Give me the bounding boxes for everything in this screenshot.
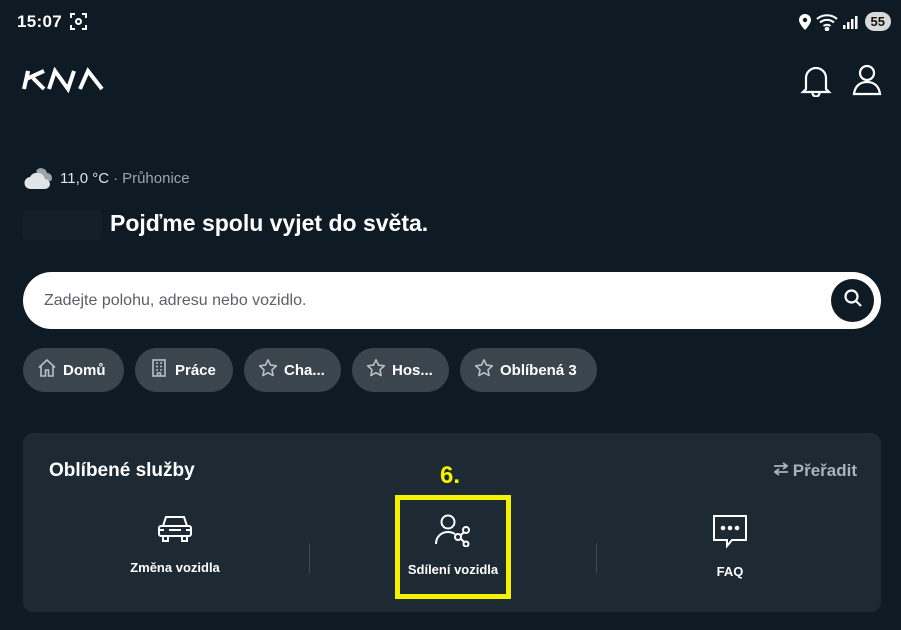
building-icon: [149, 358, 175, 382]
search-button[interactable]: [831, 279, 874, 322]
wifi-icon: [815, 13, 838, 31]
weather-location: Průhonice: [122, 169, 190, 187]
chip-favorite-1-label: Cha...: [284, 361, 325, 379]
reorder-button[interactable]: Přeřadit: [773, 461, 857, 481]
star-icon: [258, 358, 284, 382]
star-icon: [366, 358, 392, 382]
cloud-icon: [24, 165, 54, 191]
home-icon: [37, 358, 63, 382]
search-input[interactable]: [44, 272, 804, 329]
notifications-button[interactable]: [800, 63, 832, 98]
divider: [596, 543, 597, 573]
redacted-name: [22, 210, 102, 240]
signal-icon: [842, 14, 858, 30]
profile-button[interactable]: [851, 63, 883, 97]
weather-separator: ·: [113, 169, 119, 187]
service-faq-label: FAQ: [716, 564, 744, 579]
chip-favorite-2-label: Hos...: [392, 361, 433, 379]
reorder-label: Přeřadit: [792, 461, 857, 480]
chip-favorite-2[interactable]: Hos...: [352, 348, 449, 392]
chat-bubble-icon: [630, 513, 830, 549]
chip-home[interactable]: Domů: [23, 348, 124, 392]
chip-favorite-3-label: Oblíbená 3: [500, 361, 577, 379]
status-icons: 55: [798, 12, 891, 31]
location-icon: [798, 13, 812, 31]
greeting-title: Pojďme spolu vyjet do světa.: [110, 210, 429, 236]
kia-logo: [22, 66, 104, 94]
chip-favorite-3[interactable]: Oblíbená 3: [460, 348, 597, 392]
chip-favorite-1[interactable]: Cha...: [244, 348, 341, 392]
screenshot-icon: [70, 13, 87, 30]
chip-work[interactable]: Práce: [135, 348, 233, 392]
status-bar: 15:07 55: [0, 0, 901, 46]
chip-work-label: Práce: [175, 361, 216, 379]
car-icon: [75, 513, 275, 545]
service-faq[interactable]: FAQ: [630, 513, 830, 593]
search-bar: [23, 272, 881, 329]
chip-home-label: Domů: [63, 361, 106, 379]
quick-destinations: Domů Práce Cha... Hos... Oblíbená 3: [23, 348, 597, 392]
annotation-step-number: 6.: [440, 462, 461, 489]
star-icon: [474, 358, 500, 382]
service-change-vehicle-label: Změna vozidla: [130, 560, 220, 575]
annotation-highlight-box: [395, 495, 511, 599]
battery-indicator: 55: [864, 12, 891, 31]
bell-icon: [800, 66, 832, 101]
weather-temperature: 11,0 °C: [60, 169, 110, 187]
services-title: Oblíbené služby: [49, 460, 195, 481]
service-change-vehicle[interactable]: Změna vozidla: [75, 513, 275, 593]
search-icon: [843, 288, 863, 313]
status-time: 15:07: [17, 12, 62, 31]
swap-arrows-icon: [773, 461, 793, 481]
divider: [309, 543, 310, 573]
user-icon: [851, 64, 883, 101]
weather-info: 11,0 °C · Průhonice: [24, 164, 190, 192]
